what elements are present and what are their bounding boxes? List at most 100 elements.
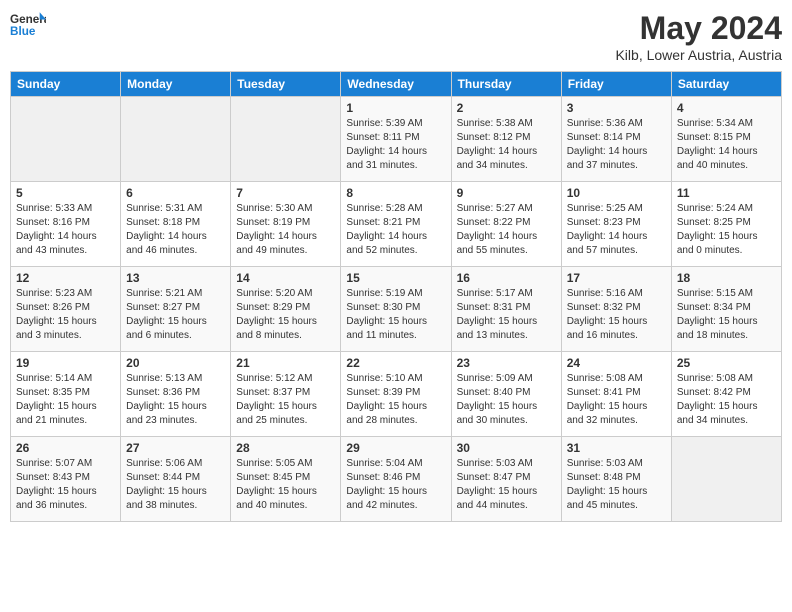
calendar-cell: 5 Sunrise: 5:33 AM Sunset: 8:16 PM Daylig…	[11, 182, 121, 267]
day-info: Sunrise: 5:13 AM Sunset: 8:36 PM Dayligh…	[126, 372, 225, 428]
day-number: 8	[346, 186, 445, 200]
day-number: 22	[346, 356, 445, 370]
calendar-cell: 9 Sunrise: 5:27 AM Sunset: 8:22 PM Daylig…	[451, 182, 561, 267]
calendar-cell: 11Sunrise: 5:24 AM Sunset: 8:25 PM Dayli…	[671, 182, 781, 267]
calendar-cell: 21 Sunrise: 5:12 AM Sunset: 8:37 PM Dayli…	[231, 352, 341, 437]
calendar-table: SundayMondayTuesdayWednesdayThursdayFrid…	[10, 71, 782, 522]
day-info: Sunrise: 5:08 AM Sunset: 8:41 PM Dayligh…	[567, 372, 666, 428]
day-info: Sunrise: 5:28 AM Sunset: 8:21 PM Dayligh…	[346, 202, 445, 258]
month-year-title: May 2024	[615, 10, 782, 47]
day-info: Sunrise: 5:04 AM Sunset: 8:46 PM Dayligh…	[346, 457, 445, 513]
calendar-cell: 18 Sunrise: 5:15 AM Sunset: 8:34 PM Dayli…	[671, 267, 781, 352]
weekday-header-tuesday: Tuesday	[231, 72, 341, 97]
calendar-cell: 30Sunrise: 5:03 AM Sunset: 8:47 PM Dayli…	[451, 437, 561, 522]
day-info: Sunrise: 5:36 AM Sunset: 8:14 PM Dayligh…	[567, 117, 666, 173]
day-number: 31	[567, 441, 666, 455]
day-info: Sunrise: 5:21 AM Sunset: 8:27 PM Dayligh…	[126, 287, 225, 343]
day-info: Sunrise: 5:38 AM Sunset: 8:12 PM Dayligh…	[457, 117, 556, 173]
calendar-cell: 28 Sunrise: 5:05 AM Sunset: 8:45 PM Dayli…	[231, 437, 341, 522]
weekday-header-monday: Monday	[121, 72, 231, 97]
calendar-cell: 8 Sunrise: 5:28 AM Sunset: 8:21 PM Daylig…	[341, 182, 451, 267]
title-block: May 2024 Kilb, Lower Austria, Austria	[615, 10, 782, 63]
calendar-cell: 20 Sunrise: 5:13 AM Sunset: 8:36 PM Dayli…	[121, 352, 231, 437]
svg-text:Blue: Blue	[10, 25, 36, 38]
day-info: Sunrise: 5:03 AM Sunset: 8:48 PM Dayligh…	[567, 457, 666, 513]
day-number: 1	[346, 101, 445, 115]
day-info: Sunrise: 5:15 AM Sunset: 8:34 PM Dayligh…	[677, 287, 776, 343]
calendar-cell: 13Sunrise: 5:21 AM Sunset: 8:27 PM Dayli…	[121, 267, 231, 352]
day-info: Sunrise: 5:33 AM Sunset: 8:16 PM Dayligh…	[16, 202, 115, 258]
day-number: 25	[677, 356, 776, 370]
day-info: Sunrise: 5:19 AM Sunset: 8:30 PM Dayligh…	[346, 287, 445, 343]
day-number: 29	[346, 441, 445, 455]
calendar-cell: 26 Sunrise: 5:07 AM Sunset: 8:43 PM Dayli…	[11, 437, 121, 522]
day-info: Sunrise: 5:17 AM Sunset: 8:31 PM Dayligh…	[457, 287, 556, 343]
day-number: 4	[677, 101, 776, 115]
day-info: Sunrise: 5:10 AM Sunset: 8:39 PM Dayligh…	[346, 372, 445, 428]
calendar-week-row: 5 Sunrise: 5:33 AM Sunset: 8:16 PM Daylig…	[11, 182, 782, 267]
calendar-cell: 29 Sunrise: 5:04 AM Sunset: 8:46 PM Dayli…	[341, 437, 451, 522]
day-number: 20	[126, 356, 225, 370]
calendar-cell: 7Sunrise: 5:30 AM Sunset: 8:19 PM Daylig…	[231, 182, 341, 267]
day-info: Sunrise: 5:24 AM Sunset: 8:25 PM Dayligh…	[677, 202, 776, 258]
day-number: 10	[567, 186, 666, 200]
weekday-header-thursday: Thursday	[451, 72, 561, 97]
day-number: 24	[567, 356, 666, 370]
weekday-header-friday: Friday	[561, 72, 671, 97]
day-number: 23	[457, 356, 556, 370]
calendar-cell: 4 Sunrise: 5:34 AM Sunset: 8:15 PM Daylig…	[671, 97, 781, 182]
day-number: 9	[457, 186, 556, 200]
day-number: 18	[677, 271, 776, 285]
day-info: Sunrise: 5:12 AM Sunset: 8:37 PM Dayligh…	[236, 372, 335, 428]
day-number: 16	[457, 271, 556, 285]
day-info: Sunrise: 5:34 AM Sunset: 8:15 PM Dayligh…	[677, 117, 776, 173]
day-info: Sunrise: 5:16 AM Sunset: 8:32 PM Dayligh…	[567, 287, 666, 343]
calendar-week-row: 26 Sunrise: 5:07 AM Sunset: 8:43 PM Dayli…	[11, 437, 782, 522]
calendar-cell: 31 Sunrise: 5:03 AM Sunset: 8:48 PM Dayli…	[561, 437, 671, 522]
day-info: Sunrise: 5:30 AM Sunset: 8:19 PM Dayligh…	[236, 202, 335, 258]
calendar-cell: 17 Sunrise: 5:16 AM Sunset: 8:32 PM Dayli…	[561, 267, 671, 352]
day-info: Sunrise: 5:07 AM Sunset: 8:43 PM Dayligh…	[16, 457, 115, 513]
calendar-cell: 24 Sunrise: 5:08 AM Sunset: 8:41 PM Dayli…	[561, 352, 671, 437]
calendar-cell: 27Sunrise: 5:06 AM Sunset: 8:44 PM Dayli…	[121, 437, 231, 522]
calendar-cell: 16 Sunrise: 5:17 AM Sunset: 8:31 PM Dayli…	[451, 267, 561, 352]
calendar-header-row: SundayMondayTuesdayWednesdayThursdayFrid…	[11, 72, 782, 97]
calendar-cell: 14 Sunrise: 5:20 AM Sunset: 8:29 PM Dayli…	[231, 267, 341, 352]
day-number: 6	[126, 186, 225, 200]
day-number: 21	[236, 356, 335, 370]
day-number: 5	[16, 186, 115, 200]
calendar-cell: 1 Sunrise: 5:39 AM Sunset: 8:11 PM Daylig…	[341, 97, 451, 182]
day-info: Sunrise: 5:23 AM Sunset: 8:26 PM Dayligh…	[16, 287, 115, 343]
calendar-cell: 15Sunrise: 5:19 AM Sunset: 8:30 PM Dayli…	[341, 267, 451, 352]
day-number: 3	[567, 101, 666, 115]
day-info: Sunrise: 5:39 AM Sunset: 8:11 PM Dayligh…	[346, 117, 445, 173]
day-info: Sunrise: 5:05 AM Sunset: 8:45 PM Dayligh…	[236, 457, 335, 513]
day-info: Sunrise: 5:03 AM Sunset: 8:47 PM Dayligh…	[457, 457, 556, 513]
weekday-header-wednesday: Wednesday	[341, 72, 451, 97]
day-number: 17	[567, 271, 666, 285]
day-number: 12	[16, 271, 115, 285]
logo-icon: General Blue	[10, 10, 46, 38]
day-info: Sunrise: 5:25 AM Sunset: 8:23 PM Dayligh…	[567, 202, 666, 258]
calendar-week-row: 1 Sunrise: 5:39 AM Sunset: 8:11 PM Daylig…	[11, 97, 782, 182]
day-info: Sunrise: 5:20 AM Sunset: 8:29 PM Dayligh…	[236, 287, 335, 343]
day-info: Sunrise: 5:09 AM Sunset: 8:40 PM Dayligh…	[457, 372, 556, 428]
day-info: Sunrise: 5:14 AM Sunset: 8:35 PM Dayligh…	[16, 372, 115, 428]
calendar-cell: 22 Sunrise: 5:10 AM Sunset: 8:39 PM Dayli…	[341, 352, 451, 437]
day-number: 19	[16, 356, 115, 370]
calendar-cell	[671, 437, 781, 522]
calendar-cell	[11, 97, 121, 182]
calendar-cell: 12 Sunrise: 5:23 AM Sunset: 8:26 PM Dayli…	[11, 267, 121, 352]
day-info: Sunrise: 5:27 AM Sunset: 8:22 PM Dayligh…	[457, 202, 556, 258]
logo: General Blue	[10, 10, 46, 38]
weekday-header-saturday: Saturday	[671, 72, 781, 97]
calendar-cell: 19 Sunrise: 5:14 AM Sunset: 8:35 PM Dayli…	[11, 352, 121, 437]
calendar-cell: 25Sunrise: 5:08 AM Sunset: 8:42 PM Dayli…	[671, 352, 781, 437]
calendar-cell	[231, 97, 341, 182]
day-number: 28	[236, 441, 335, 455]
day-number: 26	[16, 441, 115, 455]
calendar-week-row: 12 Sunrise: 5:23 AM Sunset: 8:26 PM Dayli…	[11, 267, 782, 352]
calendar-cell	[121, 97, 231, 182]
day-info: Sunrise: 5:06 AM Sunset: 8:44 PM Dayligh…	[126, 457, 225, 513]
day-number: 14	[236, 271, 335, 285]
